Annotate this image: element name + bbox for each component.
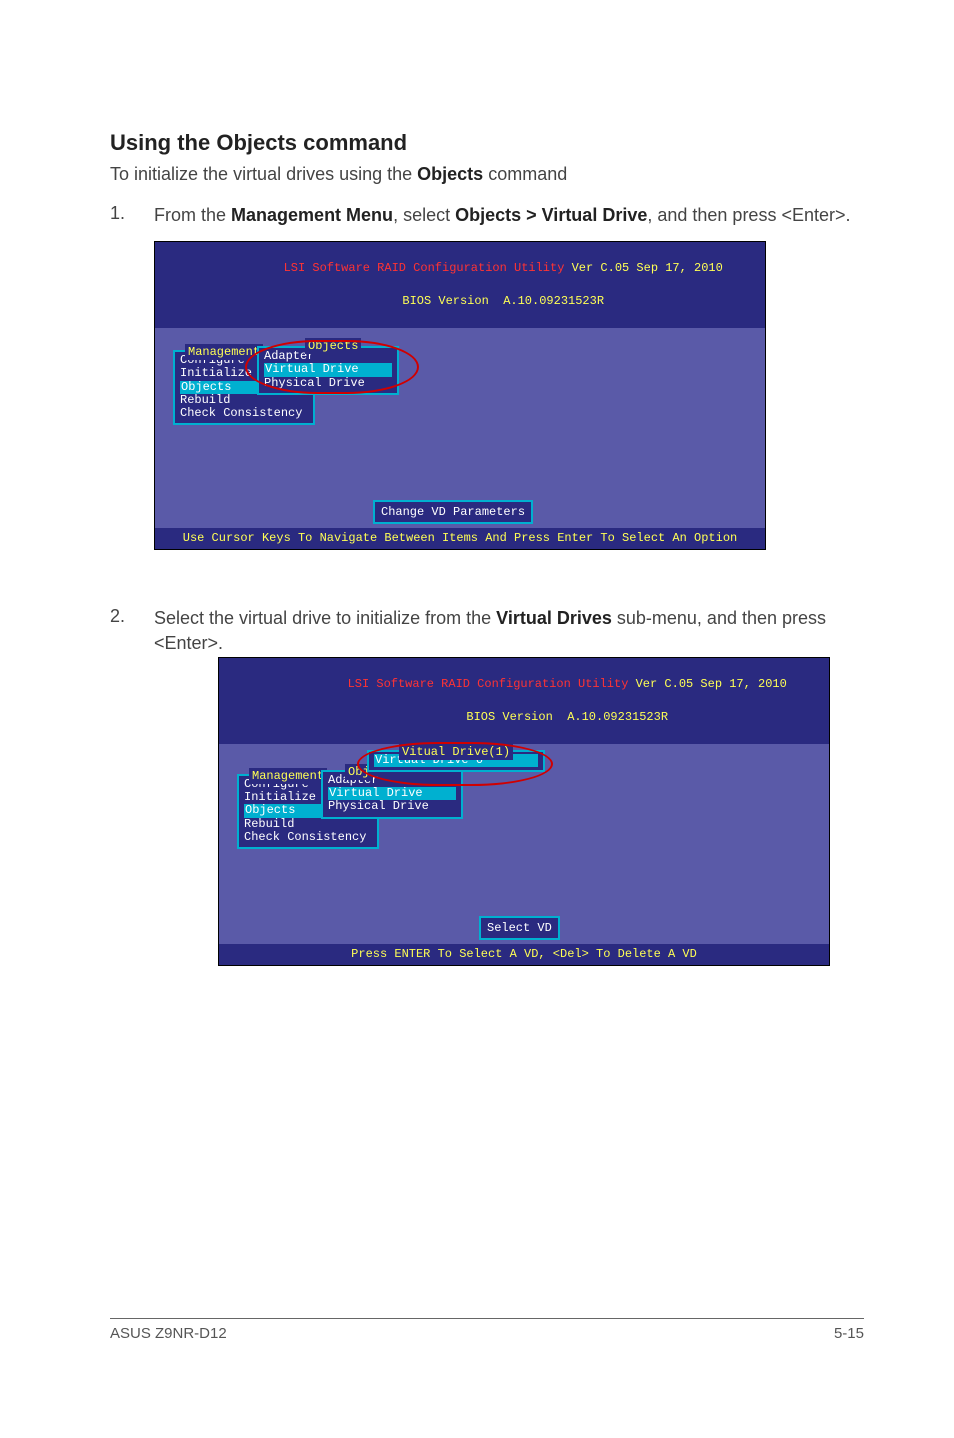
bios-status-bar: Press ENTER To Select A VD, <Del> To Del… bbox=[219, 944, 829, 965]
step-2: 2. Select the virtual drive to initializ… bbox=[110, 606, 864, 966]
menu-item-rebuild: Rebuild bbox=[180, 394, 308, 407]
objects-submenu: Adapter Virtual Drive Physical Drive bbox=[321, 770, 463, 819]
objects-submenu-label: Objects bbox=[305, 338, 361, 354]
intro-bold: Objects bbox=[417, 164, 483, 184]
bios-title-line2b: A.10.09231523R bbox=[567, 710, 668, 724]
bios-hint-box: Change VD Parameters bbox=[373, 500, 533, 524]
step-text: From the bbox=[154, 205, 231, 225]
bios-status-bar: Use Cursor Keys To Navigate Between Item… bbox=[155, 528, 765, 549]
bios-title-bar: LSI Software RAID Configuration Utility … bbox=[155, 242, 765, 328]
intro-text-post: command bbox=[483, 164, 567, 184]
footer-right: 5-15 bbox=[834, 1325, 864, 1342]
section-heading: Using the Objects command bbox=[110, 130, 864, 156]
submenu-item-physical-drive: Physical Drive bbox=[328, 800, 456, 813]
menu-item-rebuild: Rebuild bbox=[244, 818, 372, 831]
step-bold: Objects > Virtual Drive bbox=[455, 205, 647, 225]
management-menu-label: Management bbox=[249, 768, 327, 784]
bios-title-line1a: LSI Software RAID Configuration Utility bbox=[284, 261, 572, 275]
bios-title-line2a: BIOS Version bbox=[402, 294, 503, 308]
bios-hint-box: Select VD bbox=[479, 916, 560, 940]
management-menu-label: Management bbox=[185, 344, 263, 360]
bios-screenshot-2: LSI Software RAID Configuration Utility … bbox=[218, 657, 830, 966]
intro-text-pre: To initialize the virtual drives using t… bbox=[110, 164, 417, 184]
bios-title-line1b: Ver C.05 Sep 17, 2010 bbox=[572, 261, 723, 275]
footer-left: ASUS Z9NR-D12 bbox=[110, 1325, 227, 1342]
bios-title-line2a: BIOS Version bbox=[466, 710, 567, 724]
bios-screenshot-1: LSI Software RAID Configuration Utility … bbox=[154, 241, 766, 550]
submenu-item-virtual-drive: Virtual Drive bbox=[264, 363, 392, 376]
step-text: Select the virtual drive to initialize f… bbox=[154, 608, 496, 628]
step-1: 1. From the Management Menu, select Obje… bbox=[110, 203, 864, 550]
submenu-item-physical-drive: Physical Drive bbox=[264, 377, 392, 390]
intro-paragraph: To initialize the virtual drives using t… bbox=[110, 164, 864, 185]
step-number: 1. bbox=[110, 203, 154, 550]
bios-title-line1a: LSI Software RAID Configuration Utility bbox=[348, 677, 636, 691]
step-text: , and then press <Enter>. bbox=[647, 205, 850, 225]
menu-item-check-consistency: Check Consistency bbox=[180, 407, 308, 420]
bios-title-bar: LSI Software RAID Configuration Utility … bbox=[219, 658, 829, 744]
step-bold: Management Menu bbox=[231, 205, 393, 225]
step-number: 2. bbox=[110, 606, 154, 966]
virtual-drive-submenu-label: Vitual Drive(1) bbox=[399, 744, 513, 760]
step-bold: Virtual Drives bbox=[496, 608, 612, 628]
step-text: , select bbox=[393, 205, 455, 225]
menu-item-check-consistency: Check Consistency bbox=[244, 831, 372, 844]
page-footer: ASUS Z9NR-D12 5-15 bbox=[110, 1318, 864, 1342]
bios-title-line2b: A.10.09231523R bbox=[503, 294, 604, 308]
bios-title-line1b: Ver C.05 Sep 17, 2010 bbox=[636, 677, 787, 691]
